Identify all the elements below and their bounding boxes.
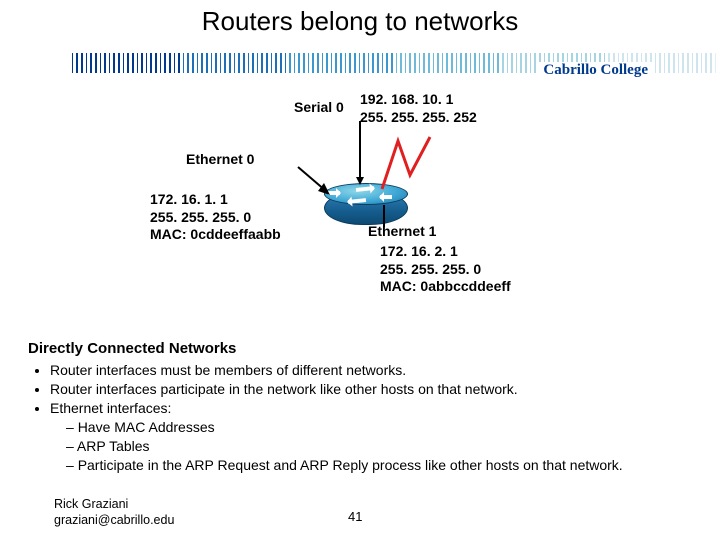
eth1-ip: 172. 16. 2. 1: [380, 243, 458, 259]
author-email: graziani@cabrillo.edu: [54, 513, 174, 527]
body-heading: Directly Connected Networks: [28, 339, 692, 359]
bullet-item: Ethernet interfaces: Have MAC Addresses …: [50, 399, 692, 475]
eth1-mac: MAC: 0abbccddeeff: [380, 278, 511, 294]
router-diagram: Serial 0 192. 168. 10. 1 255. 255. 255. …: [0, 91, 720, 331]
body-text: Directly Connected Networks Router inter…: [28, 339, 692, 475]
page-number: 41: [348, 509, 362, 524]
bullet-item: Router interfaces must be members of dif…: [50, 361, 692, 380]
eth0-detail: 172. 16. 1. 1 255. 255. 255. 0 MAC: 0cdd…: [150, 191, 281, 244]
serial0-ip: 192. 168. 10. 1: [360, 91, 453, 107]
eth1-mask: 255. 255. 255. 0: [380, 261, 481, 277]
eth0-mac: MAC: 0cddeeffaabb: [150, 226, 281, 242]
eth0-label: Ethernet 0: [186, 151, 254, 169]
brand-label: Cabrillo College: [539, 62, 652, 79]
eth0-mask: 255. 255. 255. 0: [150, 209, 251, 225]
bullet-item: Router interfaces participate in the net…: [50, 380, 692, 399]
bullet-text: Ethernet interfaces:: [50, 400, 171, 416]
sub-bullet-item: ARP Tables: [66, 437, 692, 456]
sub-bullet-item: Participate in the ARP Request and ARP R…: [66, 456, 692, 475]
slide-title: Routers belong to networks: [0, 0, 720, 37]
serial0-label: Serial 0: [294, 99, 344, 117]
eth1-detail: 172. 16. 2. 1 255. 255. 255. 0 MAC: 0abb…: [380, 243, 511, 296]
footer-author: Rick Graziani graziani@cabrillo.edu: [54, 496, 174, 529]
eth0-ip: 172. 16. 1. 1: [150, 191, 228, 207]
author-name: Rick Graziani: [54, 497, 128, 511]
router-arrow-icon: [380, 195, 392, 199]
sub-bullet-item: Have MAC Addresses: [66, 418, 692, 437]
